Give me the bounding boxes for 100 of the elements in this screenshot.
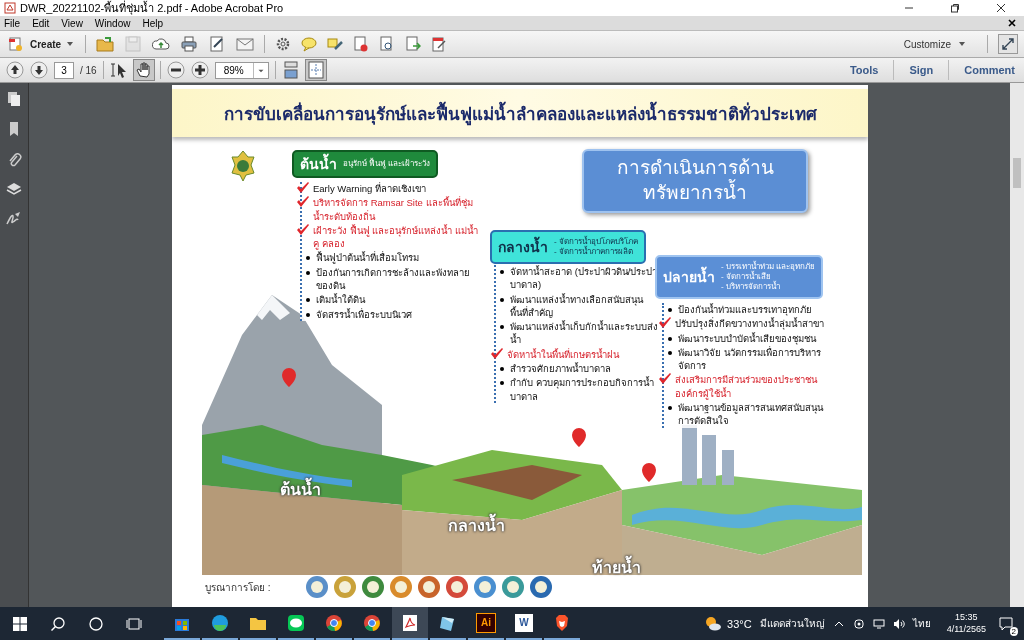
action-item: Early Warning ที่ลาดเชิงเขา — [313, 182, 426, 196]
temperature[interactable]: 33°C — [727, 617, 752, 630]
zoom-out-icon[interactable] — [166, 61, 185, 79]
action-item: กำกับ ควบคุมการประกอบกิจการน้ำบาดาล — [510, 376, 655, 403]
highlight-icon[interactable] — [327, 36, 344, 52]
customize-button[interactable]: Customize — [897, 37, 971, 51]
settings-icon[interactable] — [275, 36, 292, 52]
layers-icon[interactable] — [6, 181, 22, 197]
action-item: พัฒนาแหล่งน้ำเก็บกักน้ำและระบบส่งน้ำ — [510, 320, 659, 347]
expand-icon[interactable] — [998, 34, 1018, 54]
zoom-dropdown[interactable]: 89% — [214, 61, 269, 79]
notification-icon — [998, 615, 1014, 632]
action-item: เติมน้ำใต้ดิน — [316, 293, 365, 307]
zone-label: กลางน้ำ — [448, 513, 505, 538]
create-button[interactable]: Create — [6, 34, 76, 54]
browser-icon — [324, 612, 344, 633]
section-note: - บรรเทาน้ำท่วม และอุทกภัย — [721, 262, 816, 271]
action-item: พัฒนาวิจัย นวัตกรรมเพื่อการบริหารจัดการ — [678, 345, 822, 373]
zoom-in-icon[interactable] — [190, 61, 209, 79]
action-item: จัดหาน้ำในพื้นที่เกษตรน้ำฝน — [507, 347, 619, 362]
caret-icon — [67, 42, 74, 46]
paperclip-icon[interactable] — [6, 151, 22, 167]
search-icon[interactable] — [50, 615, 66, 632]
action-item: เฝ้าระวัง ฟื้นฟู และอนุรักษ์แหล่งน้ำ แม่น้ำ คู คลอง — [313, 223, 479, 251]
close-icon[interactable] — [996, 3, 1006, 13]
action-item: ปรับปรุงสิ่งกีดขวางทางน้ำลุ่มน้ำสาขา — [675, 317, 824, 331]
caret-icon — [959, 42, 965, 46]
menu-item[interactable]: View — [61, 17, 83, 29]
section-note: อนุรักษ์ ฟื้นฟู และเฝ้าระวัง — [343, 159, 431, 169]
footer-text: บูรณาการโดย : — [205, 580, 271, 595]
emblem-icon — [228, 149, 258, 183]
window-title: DWR_20221102-พื้นที่ชุ่มน้ำ 2.pdf - Adobe Acrobat Pro — [20, 0, 284, 17]
section-title: ต้นน้ำ — [300, 153, 337, 175]
notification-button[interactable]: 2 — [994, 611, 1018, 636]
section-note: - จัดการน้ำอุปโภคบริโภค — [554, 237, 638, 246]
speaker-icon[interactable] — [892, 617, 905, 630]
weather-text[interactable]: มีแดดส่วนใหญ่ — [759, 616, 825, 631]
section-title: ปลายน้ำ — [663, 266, 715, 288]
pdf-app-icon — [400, 612, 420, 633]
action-item: สำรวจศักยภาพน้ำบาดาล — [510, 362, 611, 376]
menu-item[interactable]: File — [4, 17, 21, 29]
action-item: จัดสรรน้ำเพื่อระบบนิเวศ — [316, 307, 412, 321]
hand-icon[interactable] — [133, 60, 154, 80]
action-item: พัฒนาระบบบำบัดน้ำเสียของชุมชน — [678, 331, 816, 345]
clock[interactable]: 15:35 4/11/2565 — [946, 611, 986, 636]
new-document-icon — [8, 36, 24, 52]
pane-tab[interactable]: Tools — [840, 59, 888, 81]
delete-document-icon[interactable] — [353, 36, 370, 52]
action-item: ป้องกันน้ำท่วมและบรรเทาอุทกภัย — [678, 303, 812, 317]
zone-label: ต้นน้ำ — [280, 477, 321, 502]
heading-line: ทรัพยากรน้ำ — [643, 181, 747, 206]
language-indicator[interactable]: ไทย — [912, 616, 931, 631]
select-cursor-icon[interactable] — [109, 61, 128, 79]
action-item: ฟื้นฟูป่าต้นน้ำที่เสื่อมโทรม — [316, 251, 419, 265]
pages-icon[interactable] — [6, 91, 22, 107]
action-item: จัดหาน้ำสะอาด (ประปาผิวดิน/ประปาบาดาล) — [510, 265, 659, 292]
chat-app-icon — [286, 612, 306, 633]
menu-item[interactable]: Edit — [32, 17, 50, 29]
taskbar-app[interactable]: Ai — [468, 607, 504, 640]
section-note: - บริหารจัดการน้ำ — [721, 282, 781, 292]
windows-logo-icon[interactable] — [12, 615, 28, 632]
scrollbar[interactable] — [1010, 83, 1024, 607]
title-banner: การขับเคลื่อนการอนุรักษ์และฟื้นฟูแม่น้ำลำคลองและแหล่งน้ำธรรมชาติทั่วประเทศ — [172, 89, 868, 137]
folder-icon[interactable] — [96, 35, 115, 53]
fit-width-icon[interactable] — [281, 61, 300, 79]
previous-page-icon[interactable] — [6, 61, 24, 79]
section-note: - จัดการน้ำเสีย — [721, 272, 772, 281]
pane-tab[interactable]: Comment — [955, 59, 1024, 81]
webcam-icon[interactable] — [852, 617, 865, 630]
action-item: ส่งเสริมการมีส่วนร่วมของประชาชน องค์กรผู้ใช้น้ำ — [675, 373, 819, 401]
next-page-icon[interactable] — [30, 61, 48, 79]
browser-icon — [362, 612, 382, 633]
print-icon[interactable] — [180, 35, 199, 53]
heading-line: การดำเนินการด้าน — [616, 156, 774, 179]
signature-icon[interactable] — [6, 211, 22, 227]
browser-icon — [210, 612, 230, 633]
task-view-icon[interactable] — [126, 615, 142, 632]
fit-page-icon[interactable] — [305, 60, 326, 80]
restore-icon[interactable] — [950, 3, 960, 13]
taskbar-app[interactable]: W — [506, 607, 542, 640]
action-item: พัฒนาฐานข้อมูลสารสนเทศสนับสนุนการตัดสินใจ — [678, 401, 825, 428]
mail-icon[interactable] — [236, 35, 255, 53]
document-export-icon[interactable] — [405, 36, 422, 52]
action-item: พัฒนาแหล่งน้ำทางเลือกสนับสนุนพื้นที่สำคัญ — [510, 292, 645, 320]
action-item: บริหารจัดการ Ramsar Site และพื้นที่ชุ่มน้ำระดับท้องถิ่น — [313, 196, 474, 223]
page-count: / 16 — [80, 64, 97, 76]
zone-label: ท้ายน้ำ — [592, 555, 641, 580]
cloud-upload-icon[interactable] — [152, 35, 171, 53]
section-note: - จัดการน้ำภาคการผลิต — [554, 247, 634, 257]
circle-icon[interactable] — [88, 615, 104, 632]
page-number-field[interactable]: 3 — [54, 61, 74, 79]
form-edit-icon[interactable] — [431, 36, 448, 52]
menu-item[interactable]: Window — [94, 17, 131, 29]
close-icon[interactable] — [1008, 19, 1016, 27]
pane-tab[interactable]: Sign — [900, 59, 943, 81]
menu-item[interactable]: Help — [142, 17, 163, 29]
taskbar-app[interactable] — [392, 607, 428, 640]
action-item: ป้องกันการเกิดการชะล้างและพังทลายของดิน — [316, 265, 471, 293]
section-title: กลางน้ำ — [498, 236, 548, 258]
network-icon[interactable] — [872, 617, 885, 630]
